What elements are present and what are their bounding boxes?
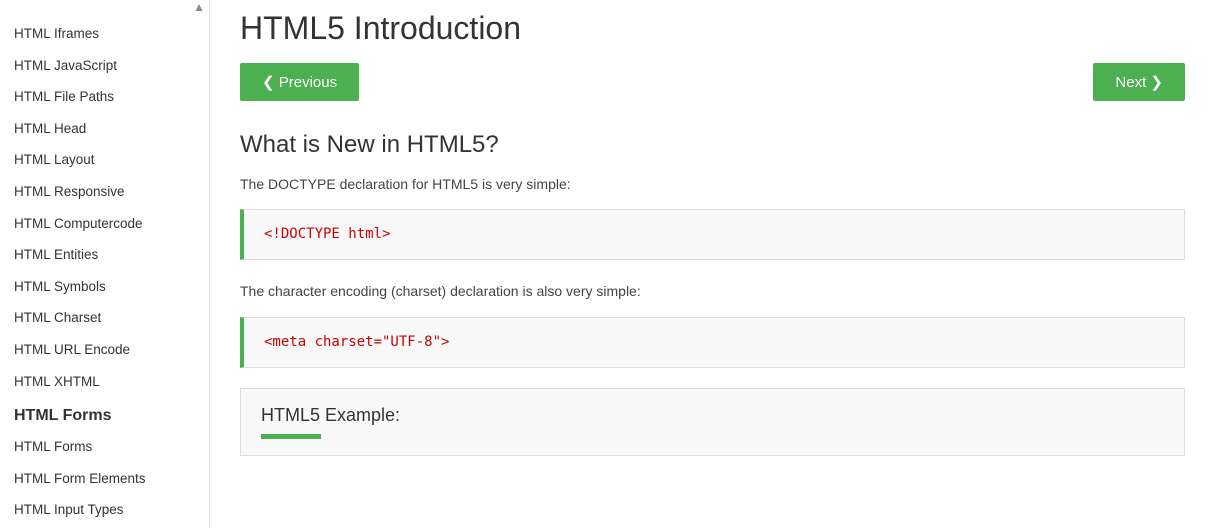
sidebar-item-iframes[interactable]: HTML Iframes	[0, 18, 209, 50]
description-1: The DOCTYPE declaration for HTML5 is ver…	[240, 173, 1185, 195]
example-box-bar	[261, 434, 321, 439]
sidebar-item-charset[interactable]: HTML Charset	[0, 302, 209, 334]
code-block-2: <meta charset="UTF-8">	[240, 317, 1185, 368]
sidebar-item-head[interactable]: HTML Head	[0, 113, 209, 145]
sidebar-item-xhtml[interactable]: HTML XHTML	[0, 366, 209, 398]
nav-buttons: Previous Next	[240, 63, 1185, 101]
sidebar-section-1: HTML Iframes HTML JavaScript HTML File P…	[0, 18, 209, 397]
code-block-1: <!DOCTYPE html>	[240, 209, 1185, 260]
sidebar-item-urlencode[interactable]: HTML URL Encode	[0, 334, 209, 366]
sidebar-item-computercode[interactable]: HTML Computercode	[0, 208, 209, 240]
sidebar-item-entities[interactable]: HTML Entities	[0, 239, 209, 271]
sidebar-item-form-elements[interactable]: HTML Form Elements	[0, 463, 209, 495]
description-2: The character encoding (charset) declara…	[240, 280, 1185, 302]
example-box: HTML5 Example:	[240, 388, 1185, 456]
scroll-indicator: ▲	[0, 0, 209, 18]
sidebar-item-filepaths[interactable]: HTML File Paths	[0, 81, 209, 113]
main-content: HTML5 Introduction Previous Next What is…	[210, 0, 1215, 528]
sidebar: ▲ HTML Iframes HTML JavaScript HTML File…	[0, 0, 210, 528]
section-heading: What is New in HTML5?	[240, 131, 1185, 159]
sidebar-item-forms[interactable]: HTML Forms	[0, 431, 209, 463]
sidebar-item-javascript[interactable]: HTML JavaScript	[0, 50, 209, 82]
sidebar-section-title-forms: HTML Forms	[0, 397, 209, 431]
code-1: <!DOCTYPE html>	[264, 226, 390, 242]
sidebar-item-input-types[interactable]: HTML Input Types	[0, 494, 209, 526]
example-box-title: HTML5 Example:	[261, 405, 1164, 426]
code-2: <meta charset="UTF-8">	[264, 334, 449, 350]
page-title: HTML5 Introduction	[240, 0, 1185, 63]
previous-button[interactable]: Previous	[240, 63, 359, 101]
next-button[interactable]: Next	[1093, 63, 1185, 101]
sidebar-item-symbols[interactable]: HTML Symbols	[0, 271, 209, 303]
sidebar-section-forms: HTML Forms HTML Forms HTML Form Elements…	[0, 397, 209, 528]
sidebar-item-layout[interactable]: HTML Layout	[0, 144, 209, 176]
sidebar-item-responsive[interactable]: HTML Responsive	[0, 176, 209, 208]
